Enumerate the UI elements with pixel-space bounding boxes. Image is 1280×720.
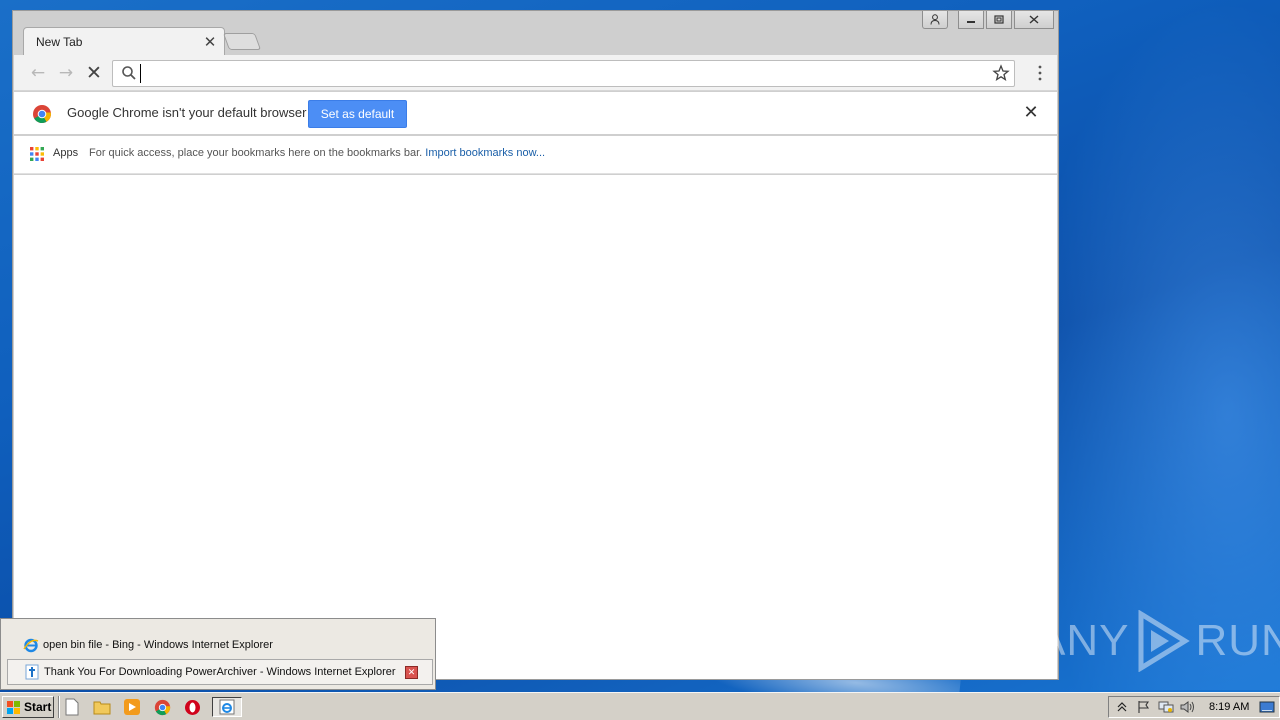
import-bookmarks-link[interactable]: Import bookmarks now... xyxy=(425,147,545,159)
infobar-close-icon[interactable]: ✕ xyxy=(1021,103,1041,123)
folder-icon[interactable] xyxy=(92,697,112,717)
window-list-label: Thank You For Downloading PowerArchiver … xyxy=(44,666,396,678)
bookmarks-bar: Apps For quick access, place your bookma… xyxy=(14,136,1057,174)
quick-launch xyxy=(62,697,242,717)
tab-close-icon[interactable]: ✕ xyxy=(200,32,220,52)
quick-launch-separator xyxy=(58,696,60,718)
show-desktop-icon[interactable] xyxy=(1259,700,1275,714)
restore-button[interactable] xyxy=(986,11,1012,29)
window-controls xyxy=(922,11,1054,29)
window-list-item-selected[interactable]: Thank You For Downloading PowerArchiver … xyxy=(7,659,433,685)
opera-icon[interactable] xyxy=(182,697,202,717)
page-icon xyxy=(25,664,39,680)
chrome-logo-icon xyxy=(33,105,52,124)
close-window-button[interactable] xyxy=(1014,11,1054,29)
window-list-label: open bin file - Bing - Windows Internet … xyxy=(43,639,273,651)
default-browser-infobar: Google Chrome isn't your default browser… xyxy=(14,92,1057,135)
omnibox-input[interactable] xyxy=(140,64,980,83)
tab-title: New Tab xyxy=(36,34,83,49)
media-player-icon[interactable] xyxy=(122,697,142,717)
apps-label[interactable]: Apps xyxy=(53,147,78,159)
anyrun-watermark: ANY RUN xyxy=(1036,606,1280,676)
bookmarks-hint: For quick access, place your bookmarks h… xyxy=(89,147,545,159)
clock[interactable]: 8:19 AM xyxy=(1209,701,1249,713)
taskbar: Start 8:19 AM xyxy=(0,692,1280,720)
start-button[interactable]: Start xyxy=(2,696,54,718)
stop-loading-icon[interactable]: ✕ xyxy=(83,62,105,84)
chrome-taskbar-icon[interactable] xyxy=(152,697,172,717)
page-content xyxy=(14,175,1057,679)
system-tray: 8:19 AM xyxy=(1108,696,1280,718)
set-as-default-button[interactable]: Set as default xyxy=(308,100,407,128)
network-icon[interactable] xyxy=(1157,698,1175,716)
flag-icon[interactable] xyxy=(1135,698,1153,716)
watermark-left: ANY xyxy=(1036,616,1130,665)
volume-icon[interactable] xyxy=(1179,698,1197,716)
window-list-item[interactable]: open bin file - Bing - Windows Internet … xyxy=(7,632,433,658)
blank-document-icon[interactable] xyxy=(62,697,82,717)
watermark-play-icon xyxy=(1138,610,1191,672)
new-tab-button[interactable] xyxy=(222,33,262,50)
profile-icon[interactable] xyxy=(922,11,948,29)
ie-icon xyxy=(23,638,39,653)
apps-grid-icon[interactable] xyxy=(30,147,44,161)
bookmarks-hint-text: For quick access, place your bookmarks h… xyxy=(89,147,423,159)
minimize-button[interactable] xyxy=(958,11,984,29)
chrome-window: New Tab ✕ ← → ✕ Google Chrome isn't your… xyxy=(12,10,1059,680)
tab-strip: New Tab ✕ xyxy=(13,11,1058,55)
bookmark-star-icon[interactable] xyxy=(992,64,1010,82)
watermark-right: RUN xyxy=(1195,616,1280,665)
taskbar-window-list: open bin file - Bing - Windows Internet … xyxy=(0,618,436,690)
tab-new-tab[interactable]: New Tab ✕ xyxy=(23,27,225,55)
menu-dots-icon[interactable] xyxy=(1037,64,1043,82)
back-arrow-icon[interactable]: ← xyxy=(27,62,49,84)
toolbar: ← → ✕ xyxy=(14,55,1057,91)
chevron-up-icon[interactable] xyxy=(1113,698,1131,716)
infobar-message: Google Chrome isn't your default browser xyxy=(67,105,307,120)
desktop-background-glow xyxy=(1020,0,1280,690)
start-label: Start xyxy=(24,700,52,714)
windows-logo-icon xyxy=(7,700,20,714)
search-icon xyxy=(122,66,136,80)
ie-taskbar-icon[interactable] xyxy=(212,697,242,717)
omnibox[interactable] xyxy=(112,60,1015,87)
close-window-icon[interactable]: ✕ xyxy=(405,666,418,679)
forward-arrow-icon[interactable]: → xyxy=(55,62,77,84)
